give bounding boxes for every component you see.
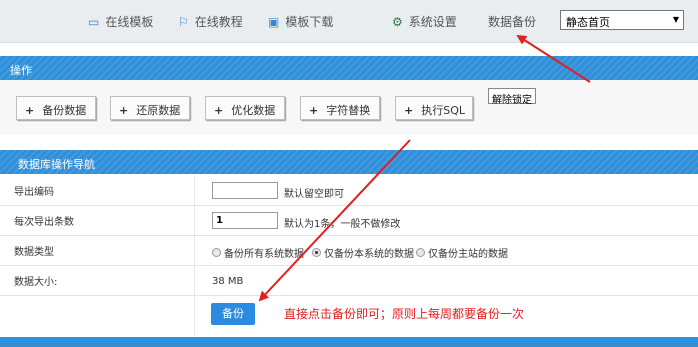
nav-label: 在线教程 [194,15,243,29]
button-label: 优化数据 [231,104,276,117]
chevron-down-icon: ▼ [672,15,679,24]
form-row-encoding: 导出编码 默认留空即可 [0,176,698,206]
plus-icon: + [404,104,414,117]
radio-label: 仅备份本系统的数据 [324,249,414,260]
column-divider [194,266,195,295]
nav-online-tutorials[interactable]: ⚐ 在线教程 [178,13,243,30]
column-divider [194,176,195,205]
select-value: 静态首页 [566,16,610,29]
form-row-data-type: 数据类型 备份所有系统数据 仅备份本系统的数据 仅备份主站的数据 [0,236,698,266]
backup-data-button[interactable]: + 备份数据 [16,96,96,120]
column-divider [194,206,195,235]
download-icon: ▣ [268,14,280,29]
button-label: 执行SQL [421,104,465,117]
button-label: 备份数据 [42,104,87,117]
plus-icon: + [119,104,129,117]
button-label: 字符替换 [326,104,371,117]
book-icon: ⚐ [178,14,189,29]
plus-icon: + [25,104,35,117]
form-row-data-size: 数据大小: 38 MB [0,266,698,296]
plus-icon: + [214,104,224,117]
form-row-per-export: 每次导出条数 1 默认为1条，一般不做修改 [0,206,698,236]
form-row-actions: 备份 直接点击备份即可；原则上每周都要备份一次 [0,296,698,336]
radio-this-system-data[interactable]: 仅备份本系统的数据 [312,245,414,260]
annotation-text: 直接点击备份即可；原则上每周都要备份一次 [284,307,525,321]
column-divider [194,236,195,265]
radio-main-site-data[interactable]: 仅备份主站的数据 [416,245,508,260]
radio-label: 备份所有系统数据 [224,249,304,260]
monitor-icon: ▭ [88,14,100,29]
gear-icon: ⚙ [392,14,403,29]
nav-label: 在线模板 [105,15,154,29]
field-hint: 默认留空即可 [284,189,344,200]
button-label: 还原数据 [136,104,181,117]
field-label: 导出编码 [14,187,54,198]
nav-label: 数据备份 [488,15,537,29]
radio-label: 仅备份主站的数据 [428,249,508,260]
restore-data-button[interactable]: + 还原数据 [110,96,190,120]
section-title: 数据库操作导航 [18,158,95,171]
homepage-select[interactable]: 静态首页 ▼ [560,10,684,30]
top-navigation-bar: ▭ 在线模板 ⚐ 在线教程 ▣ 模板下载 ⚙ 系统设置 数据备份 静态首页 ▼ [0,0,698,43]
nav-template-download[interactable]: ▣ 模板下载 [268,13,333,30]
encoding-input[interactable] [212,182,278,199]
string-replace-button[interactable]: + 字符替换 [300,96,380,120]
per-export-input[interactable]: 1 [212,212,278,229]
field-label: 每次导出条数 [14,217,74,228]
bottom-bar [0,337,698,347]
nav-label: 系统设置 [408,15,457,29]
nav-data-backup[interactable]: 数据备份 [488,13,536,30]
radio-circle[interactable] [416,248,425,257]
radio-circle[interactable] [212,248,221,257]
optimize-data-button[interactable]: + 优化数据 [205,96,285,120]
radio-circle-selected[interactable] [312,248,321,257]
backup-button[interactable]: 备份 [211,303,255,325]
nav-label: 模板下载 [285,15,334,29]
field-hint: 默认为1条，一般不做修改 [284,219,401,230]
field-label: 数据大小: [14,277,58,288]
execute-sql-button[interactable]: + 执行SQL [395,96,473,120]
db-nav-header: 数据库操作导航 [0,150,698,174]
column-divider [194,296,195,336]
radio-all-system-data[interactable]: 备份所有系统数据 [212,245,304,260]
plus-icon: + [309,104,319,117]
section-title: 操作 [10,64,32,77]
nav-system-settings[interactable]: ⚙ 系统设置 [392,13,457,30]
operations-panel: + 备份数据 + 还原数据 + 优化数据 + 字符替换 + 执行SQL 解除锁定 [0,80,698,135]
data-size-value: 38 MB [212,276,244,287]
field-label: 数据类型 [14,247,54,258]
nav-online-templates[interactable]: ▭ 在线模板 [88,13,153,30]
unlock-button[interactable]: 解除锁定 [488,88,536,106]
operations-header: 操作 [0,56,698,80]
